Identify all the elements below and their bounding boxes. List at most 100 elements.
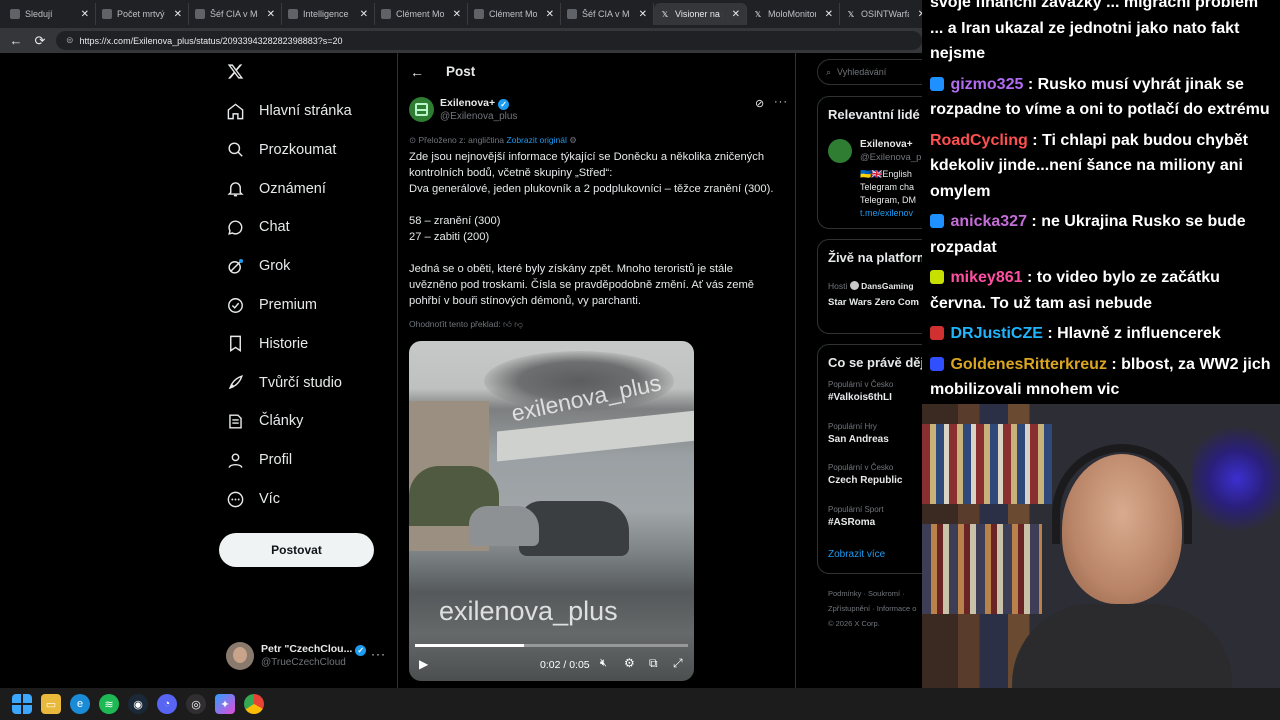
author-name[interactable]: Exilenova+ <box>440 97 495 109</box>
nav-item-historie[interactable]: Historie <box>226 332 308 356</box>
x-logo-icon: 𝕏 <box>661 9 669 19</box>
post-more-icon[interactable]: ··· <box>774 96 788 108</box>
back-arrow-icon[interactable]: ← <box>410 64 424 80</box>
purple-light <box>1192 424 1280 534</box>
play-icon[interactable]: ▶ <box>419 657 428 671</box>
nav-item-chat[interactable]: Chat <box>226 215 290 239</box>
browser-tab[interactable]: Sledují ✕ <box>4 3 96 25</box>
search-input[interactable]: ⌕ Vyhledávání <box>817 59 922 85</box>
chat-badge-icon <box>930 326 944 340</box>
trend-category: Populární Sport <box>828 504 884 514</box>
show-more-link[interactable]: Zobrazit více <box>828 549 885 560</box>
relevant-avatar[interactable] <box>828 139 852 163</box>
browser-tab[interactable]: Počet mrtvých ✕ <box>96 3 189 25</box>
browser-tab[interactable]: Šéf CIA v Mosk ✕ <box>189 3 282 25</box>
fullscreen-icon[interactable]: ⤢ <box>673 656 683 671</box>
tab-close-icon[interactable]: ✕ <box>732 9 740 20</box>
trend-name: #Valkois6thLI <box>828 392 892 403</box>
x-logo-icon[interactable] <box>227 63 244 80</box>
chat-username: mikey861 <box>950 269 1023 286</box>
edge-icon[interactable]: e <box>70 694 90 714</box>
nav-item-grok[interactable]: Grok <box>226 254 290 278</box>
tab-close-icon[interactable]: ✕ <box>639 9 647 20</box>
nav-item-tv-r-studio[interactable]: Tvůrčí studio <box>226 371 342 395</box>
spotify-icon[interactable]: ≋ <box>99 694 119 714</box>
tab-close-icon[interactable]: ✕ <box>81 9 89 20</box>
thumbs-down-icon[interactable]: 👎︎ <box>514 319 523 329</box>
author-handle[interactable]: @Exilenova_plus <box>440 111 517 122</box>
chat-text: : Hlavně z influencerek <box>1042 325 1221 342</box>
chrome-icon[interactable] <box>244 694 264 714</box>
nav-item-profil[interactable]: Profil <box>226 448 292 472</box>
browser-tab[interactable]: 𝕏 Visioner na plat ✕ <box>654 3 747 25</box>
stream-chat-overlay: svoje finanční závazky ... migrační prob… <box>922 0 1280 404</box>
footer-links[interactable]: Podmínky · Soukromí · <box>828 586 916 601</box>
browser-tab[interactable]: 𝕏 MoloMonitor z ✕ <box>747 3 840 25</box>
file-explorer-icon[interactable]: ▭ <box>41 694 61 714</box>
nav-item-v-c[interactable]: Víc <box>226 487 280 511</box>
show-original-link[interactable]: Zobrazit originál <box>506 135 566 145</box>
trend-item[interactable]: Populární Sport #ASRoma <box>828 505 884 528</box>
live-host-name[interactable]: DansGaming <box>861 281 913 291</box>
steam-icon[interactable]: ◉ <box>128 694 148 714</box>
nav-item-prozkoumat[interactable]: Prozkoumat <box>226 138 336 162</box>
main-column: ← Post Exilenova+ ✓ @Exilenova_plus ⊘ ··… <box>397 53 796 688</box>
relevant-name[interactable]: Exilenova+ <box>860 139 913 150</box>
tab-close-icon[interactable]: ✕ <box>360 9 368 20</box>
nav-item-hlavn-str-nka[interactable]: Hlavní stránka <box>226 99 352 123</box>
nav-item-ozn-men-[interactable]: Oznámení <box>226 177 326 201</box>
trend-item[interactable]: Populární Hry San Andreas <box>828 422 889 445</box>
relevant-link[interactable]: t.me/exilenov <box>860 207 916 220</box>
search-icon: ⌕ <box>826 66 832 77</box>
tab-close-icon[interactable]: ✕ <box>825 9 833 20</box>
windows-start-icon[interactable] <box>12 694 32 714</box>
grok-analyze-icon[interactable]: ⊘ <box>755 97 764 110</box>
settings-icon[interactable]: ⚙ <box>569 135 577 145</box>
browser-tab[interactable]: Clément Molin ✕ <box>375 3 468 25</box>
back-icon[interactable]: ← <box>8 33 24 48</box>
site-info-icon[interactable]: ⊜ <box>66 35 74 46</box>
browser-address-bar: ← ⟳ ⊜ https://x.com/Exilenova_plus/statu… <box>0 28 922 53</box>
thumbs-up-icon[interactable]: 👍︎ <box>503 319 512 329</box>
post-text-line: 58 – zranění (300) <box>409 215 501 227</box>
more-dots-icon[interactable]: ··· <box>371 647 386 661</box>
picture-in-picture-icon[interactable]: ⧉ <box>649 656 658 671</box>
trend-item[interactable]: Populární v Česko #Valkois6thLI <box>828 380 893 403</box>
search-icon <box>228 142 243 158</box>
browser-tab[interactable]: Šéf CIA v Mosk ✕ <box>561 3 654 25</box>
nav-item--l-nky[interactable]: Články <box>226 409 303 433</box>
tab-close-icon[interactable]: ✕ <box>453 9 461 20</box>
live-space-name[interactable]: Star Wars Zero Com <box>828 297 919 308</box>
footer-links[interactable]: Zpřístupnění · Informace o <box>828 601 916 616</box>
reload-icon[interactable]: ⟳ <box>32 33 48 49</box>
copilot-icon[interactable]: ✦ <box>215 694 235 714</box>
video-progress-track[interactable] <box>415 644 688 647</box>
obs-icon[interactable]: ◎ <box>186 694 206 714</box>
post-text-line: Jedná se o oběti, které byly získány zpě… <box>409 263 754 307</box>
discord-icon[interactable]: ◔ <box>157 694 177 714</box>
nav-item-label: Prozkoumat <box>259 141 337 158</box>
trend-item[interactable]: Populární v Česko Czech Republic <box>828 463 902 486</box>
article-icon <box>229 414 242 429</box>
chat-badge-icon <box>930 214 944 228</box>
browser-tab[interactable]: 𝕏OSINTWarfar✕ <box>840 3 922 25</box>
video-player[interactable]: exilenova_plus exilenova_plus ▶ 0:02 / 0… <box>409 341 694 681</box>
browser-tab[interactable]: Clément Molin ✕ <box>468 3 561 25</box>
nav-item-premium[interactable]: Premium <box>226 293 317 317</box>
account-switcher[interactable]: Petr "CzechClou... ✓ @TrueCzechCloud ··· <box>226 641 391 671</box>
author-avatar[interactable] <box>409 97 434 122</box>
chat-username: gizmo325 <box>950 75 1024 93</box>
mute-icon[interactable]: 🔇︎ <box>600 657 607 670</box>
tab-close-icon[interactable]: ✕ <box>174 9 182 20</box>
url-field[interactable]: ⊜ https://x.com/Exilenova_plus/status/20… <box>56 31 922 50</box>
tab-close-icon[interactable]: ✕ <box>546 9 554 20</box>
browser-tab[interactable]: Intelligence FR ✕ <box>282 3 375 25</box>
video-settings-icon[interactable]: ⚙ <box>624 656 635 670</box>
post-button[interactable]: Postovat <box>219 533 374 567</box>
tab-close-icon[interactable]: ✕ <box>267 9 275 20</box>
chat-text: svoje finanční závazky ... migrační prob… <box>930 0 1259 62</box>
trending-title: Co se právě děje <box>828 355 922 370</box>
chat-badge-icon <box>930 356 944 371</box>
relevant-bio-line: Telegram cha <box>860 182 915 192</box>
nav-item-label: Grok <box>259 258 291 275</box>
